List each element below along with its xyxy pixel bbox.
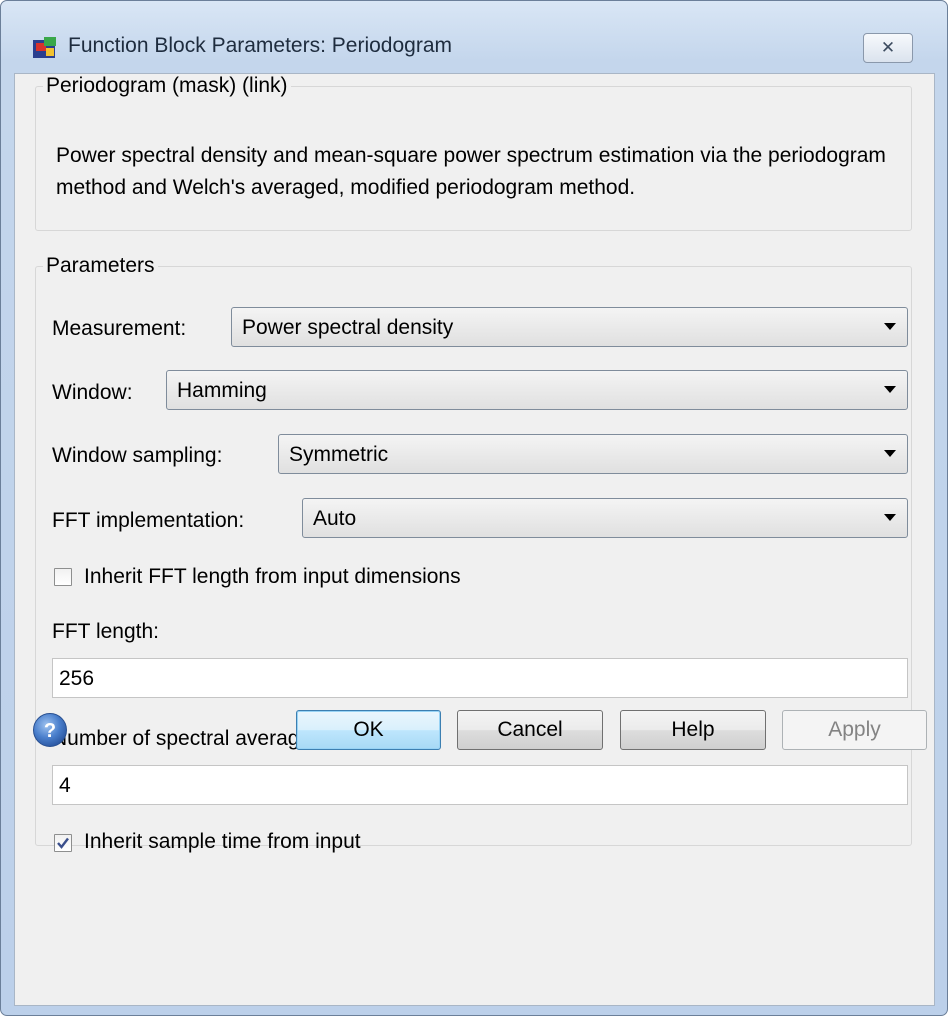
inherit-sample-time-label[interactable]: Inherit sample time from input (84, 830, 361, 854)
inherit-fft-length-label[interactable]: Inherit FFT length from input dimensions (84, 565, 461, 589)
help-question-icon[interactable]: ? (32, 712, 68, 748)
apply-button[interactable]: Apply (782, 710, 927, 750)
spectral-averages-value: 4 (59, 774, 71, 797)
window-sampling-label: Window sampling: (52, 444, 223, 467)
title-bar[interactable]: Function Block Parameters: Periodogram ✕ (1, 1, 947, 83)
ok-button[interactable]: OK (296, 710, 441, 750)
dialog-window: Function Block Parameters: Periodogram ✕… (0, 0, 948, 1016)
fft-implementation-label: FFT implementation: (52, 509, 245, 532)
fft-length-value: 256 (59, 667, 95, 690)
measurement-label: Measurement: (52, 317, 187, 340)
checkmark-icon (57, 837, 69, 849)
help-button[interactable]: Help (620, 710, 766, 750)
mask-description-text: Power spectral density and mean-square p… (56, 144, 886, 199)
close-button[interactable]: ✕ (863, 33, 913, 63)
dialog-client-area: Periodogram (mask) (link) Power spectral… (14, 73, 935, 1006)
svg-text:?: ? (44, 720, 56, 742)
window-title: Function Block Parameters: Periodogram (68, 34, 452, 57)
fft-length-input[interactable]: 256 (52, 658, 908, 698)
window-label: Window: (52, 381, 133, 404)
cancel-button[interactable]: Cancel (457, 710, 603, 750)
fft-implementation-value: Auto (313, 507, 357, 530)
chevron-down-icon (884, 323, 896, 330)
window-sampling-dropdown[interactable]: Symmetric (278, 434, 908, 474)
chevron-down-icon (884, 514, 896, 521)
mask-description-group: Periodogram (mask) (link) Power spectral… (35, 74, 912, 231)
measurement-value: Power spectral density (242, 316, 454, 339)
inherit-fft-length-checkbox[interactable] (54, 568, 72, 586)
window-value: Hamming (177, 379, 267, 402)
window-dropdown[interactable]: Hamming (166, 370, 908, 410)
fft-length-label: FFT length: (52, 620, 159, 643)
parameters-group-legend: Parameters (46, 254, 155, 277)
mask-group-legend: Periodogram (mask) (link) (46, 74, 288, 97)
window-sampling-value: Symmetric (289, 443, 389, 466)
app-icon (33, 37, 56, 58)
inherit-sample-time-checkbox[interactable] (54, 834, 72, 852)
fft-implementation-dropdown[interactable]: Auto (302, 498, 908, 538)
spectral-averages-label: Number of spectral averages: (52, 727, 328, 750)
spectral-averages-input[interactable]: 4 (52, 765, 908, 805)
chevron-down-icon (884, 386, 896, 393)
measurement-dropdown[interactable]: Power spectral density (231, 307, 908, 347)
chevron-down-icon (884, 450, 896, 457)
